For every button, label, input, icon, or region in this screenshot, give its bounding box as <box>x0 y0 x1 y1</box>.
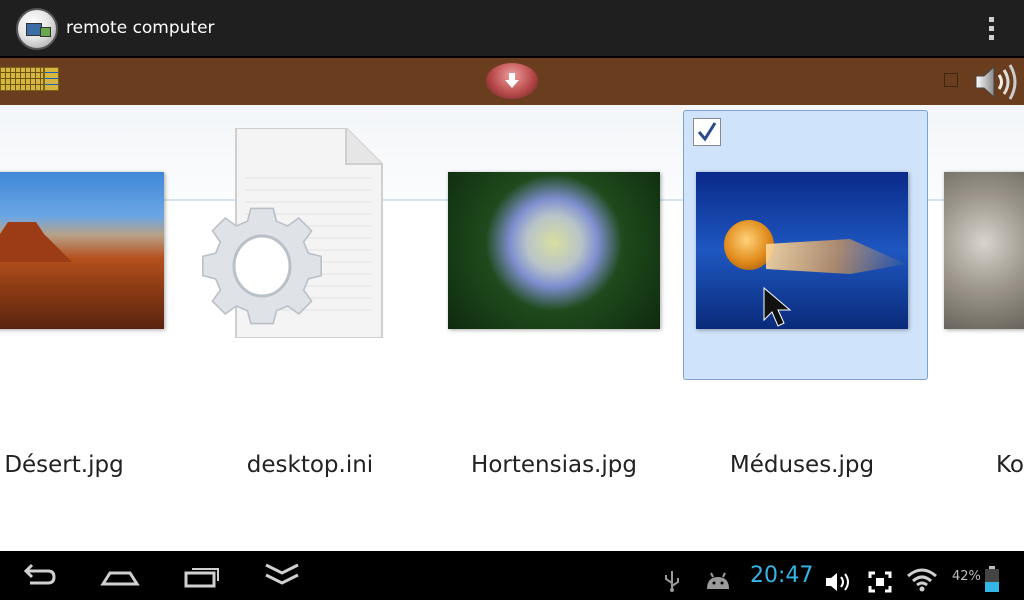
status-clock: 20:47 <box>750 563 814 588</box>
volume-icon[interactable] <box>824 565 852 599</box>
screenshot-icon[interactable] <box>868 565 892 599</box>
home-icon[interactable] <box>100 559 140 593</box>
meduses-thumbnail[interactable] <box>696 172 908 329</box>
file-select-checkbox[interactable] <box>693 118 721 146</box>
recent-apps-icon[interactable] <box>182 559 222 593</box>
file-name-koala[interactable]: Ko <box>996 452 1024 478</box>
hortensias-thumbnail[interactable] <box>448 172 660 329</box>
settings-file-icon[interactable] <box>196 128 388 338</box>
battery-icon <box>985 566 999 592</box>
file-name-desert[interactable]: Désert.jpg <box>0 452 138 478</box>
wifi-icon <box>907 568 937 592</box>
battery-percent: 42% <box>952 569 981 584</box>
hide-keyboard-icon[interactable] <box>262 559 302 593</box>
android-debug-icon <box>707 572 729 589</box>
system-navigation-bar: 20:47 42% <box>0 551 1024 600</box>
koala-thumbnail[interactable] <box>944 172 1024 329</box>
remote-toolbar <box>0 58 1024 105</box>
file-name-desktop-ini[interactable]: desktop.ini <box>210 452 410 478</box>
file-name-hortensias[interactable]: Hortensias.jpg <box>448 452 660 478</box>
toolbar-checkbox[interactable] <box>944 73 958 87</box>
desert-thumbnail[interactable] <box>0 172 164 329</box>
app-title: remote computer <box>66 18 215 38</box>
speaker-icon[interactable] <box>972 62 1022 102</box>
download-arrow-icon[interactable] <box>486 63 538 99</box>
remote-desktop-icon[interactable] <box>16 8 58 50</box>
keyboard-icon[interactable] <box>0 67 60 93</box>
usb-icon <box>665 571 679 592</box>
mouse-cursor-icon <box>763 286 792 327</box>
back-icon[interactable] <box>20 559 60 593</box>
overflow-menu-icon[interactable] <box>984 14 1000 42</box>
action-bar: remote computer <box>0 0 1024 58</box>
file-name-meduses[interactable]: Méduses.jpg <box>696 452 908 478</box>
